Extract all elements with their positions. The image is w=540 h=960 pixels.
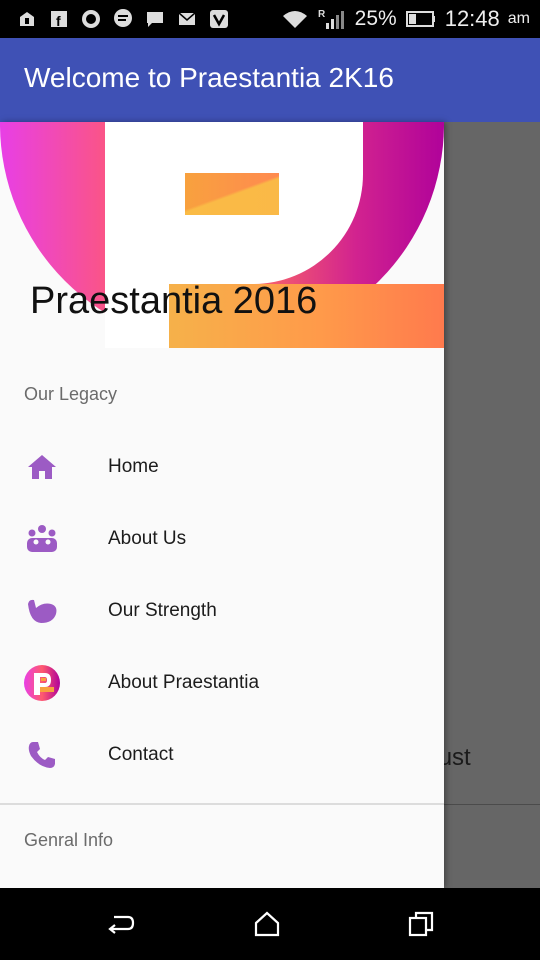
system-nav-bar xyxy=(0,888,540,960)
wifi-icon xyxy=(281,8,309,30)
battery-percent: 25% xyxy=(354,7,397,30)
section-label-genral-info: Genral Info xyxy=(24,830,114,850)
phone-icon xyxy=(24,737,60,773)
bicep-icon xyxy=(24,593,60,629)
menu-item-contact[interactable]: Contact xyxy=(0,719,444,791)
home-icon xyxy=(24,449,60,485)
group-icon xyxy=(24,521,60,557)
clock-ampm: am xyxy=(507,10,530,27)
svg-text:f: f xyxy=(56,13,61,28)
circle-app-icon xyxy=(80,8,102,30)
menu-item-label: Home xyxy=(108,456,159,477)
email-icon xyxy=(176,8,198,30)
facebook-icon: f xyxy=(48,8,70,30)
home-nav-icon[interactable] xyxy=(249,906,285,942)
menu-item-label: About Us xyxy=(108,528,187,549)
praestantia-logo-icon xyxy=(24,665,60,701)
recent-apps-icon[interactable] xyxy=(403,906,439,942)
app-bar: Welcome to Praestantia 2K16 xyxy=(0,38,540,122)
menu-item-label: Our Strength xyxy=(108,600,217,621)
drawer-header-title: Praestantia 2016 xyxy=(30,280,318,322)
sim-icon xyxy=(16,8,38,30)
app-title: Welcome to Praestantia 2K16 xyxy=(24,62,394,93)
svg-text:R: R xyxy=(318,9,326,20)
back-icon[interactable] xyxy=(103,906,139,942)
menu-item-about-us[interactable]: About Us xyxy=(0,503,444,575)
drawer-divider xyxy=(0,803,444,805)
section-label-our-legacy: Our Legacy xyxy=(24,384,118,404)
message-icon xyxy=(144,8,166,30)
clock-time: 12:48 xyxy=(444,6,500,31)
menu-item-about-praestantia[interactable]: About Praestantia xyxy=(0,647,444,719)
status-bar: f R 25% 12:48 am xyxy=(0,0,540,38)
menu-item-home[interactable]: Home xyxy=(0,431,444,503)
signal-icon: R xyxy=(317,8,347,30)
menu-item-label: Contact xyxy=(108,744,174,765)
chat-icon xyxy=(112,8,134,30)
navigation-drawer: Praestantia 2016 Our Legacy Home About U… xyxy=(0,122,444,888)
praestantia-logo-orange-facet xyxy=(185,173,279,215)
menu-item-label: About Praestantia xyxy=(108,672,260,693)
menu-item-our-strength[interactable]: Our Strength xyxy=(0,575,444,647)
drawer-header: Praestantia 2016 xyxy=(0,122,444,348)
savn-icon xyxy=(208,8,230,30)
battery-icon xyxy=(405,8,437,30)
